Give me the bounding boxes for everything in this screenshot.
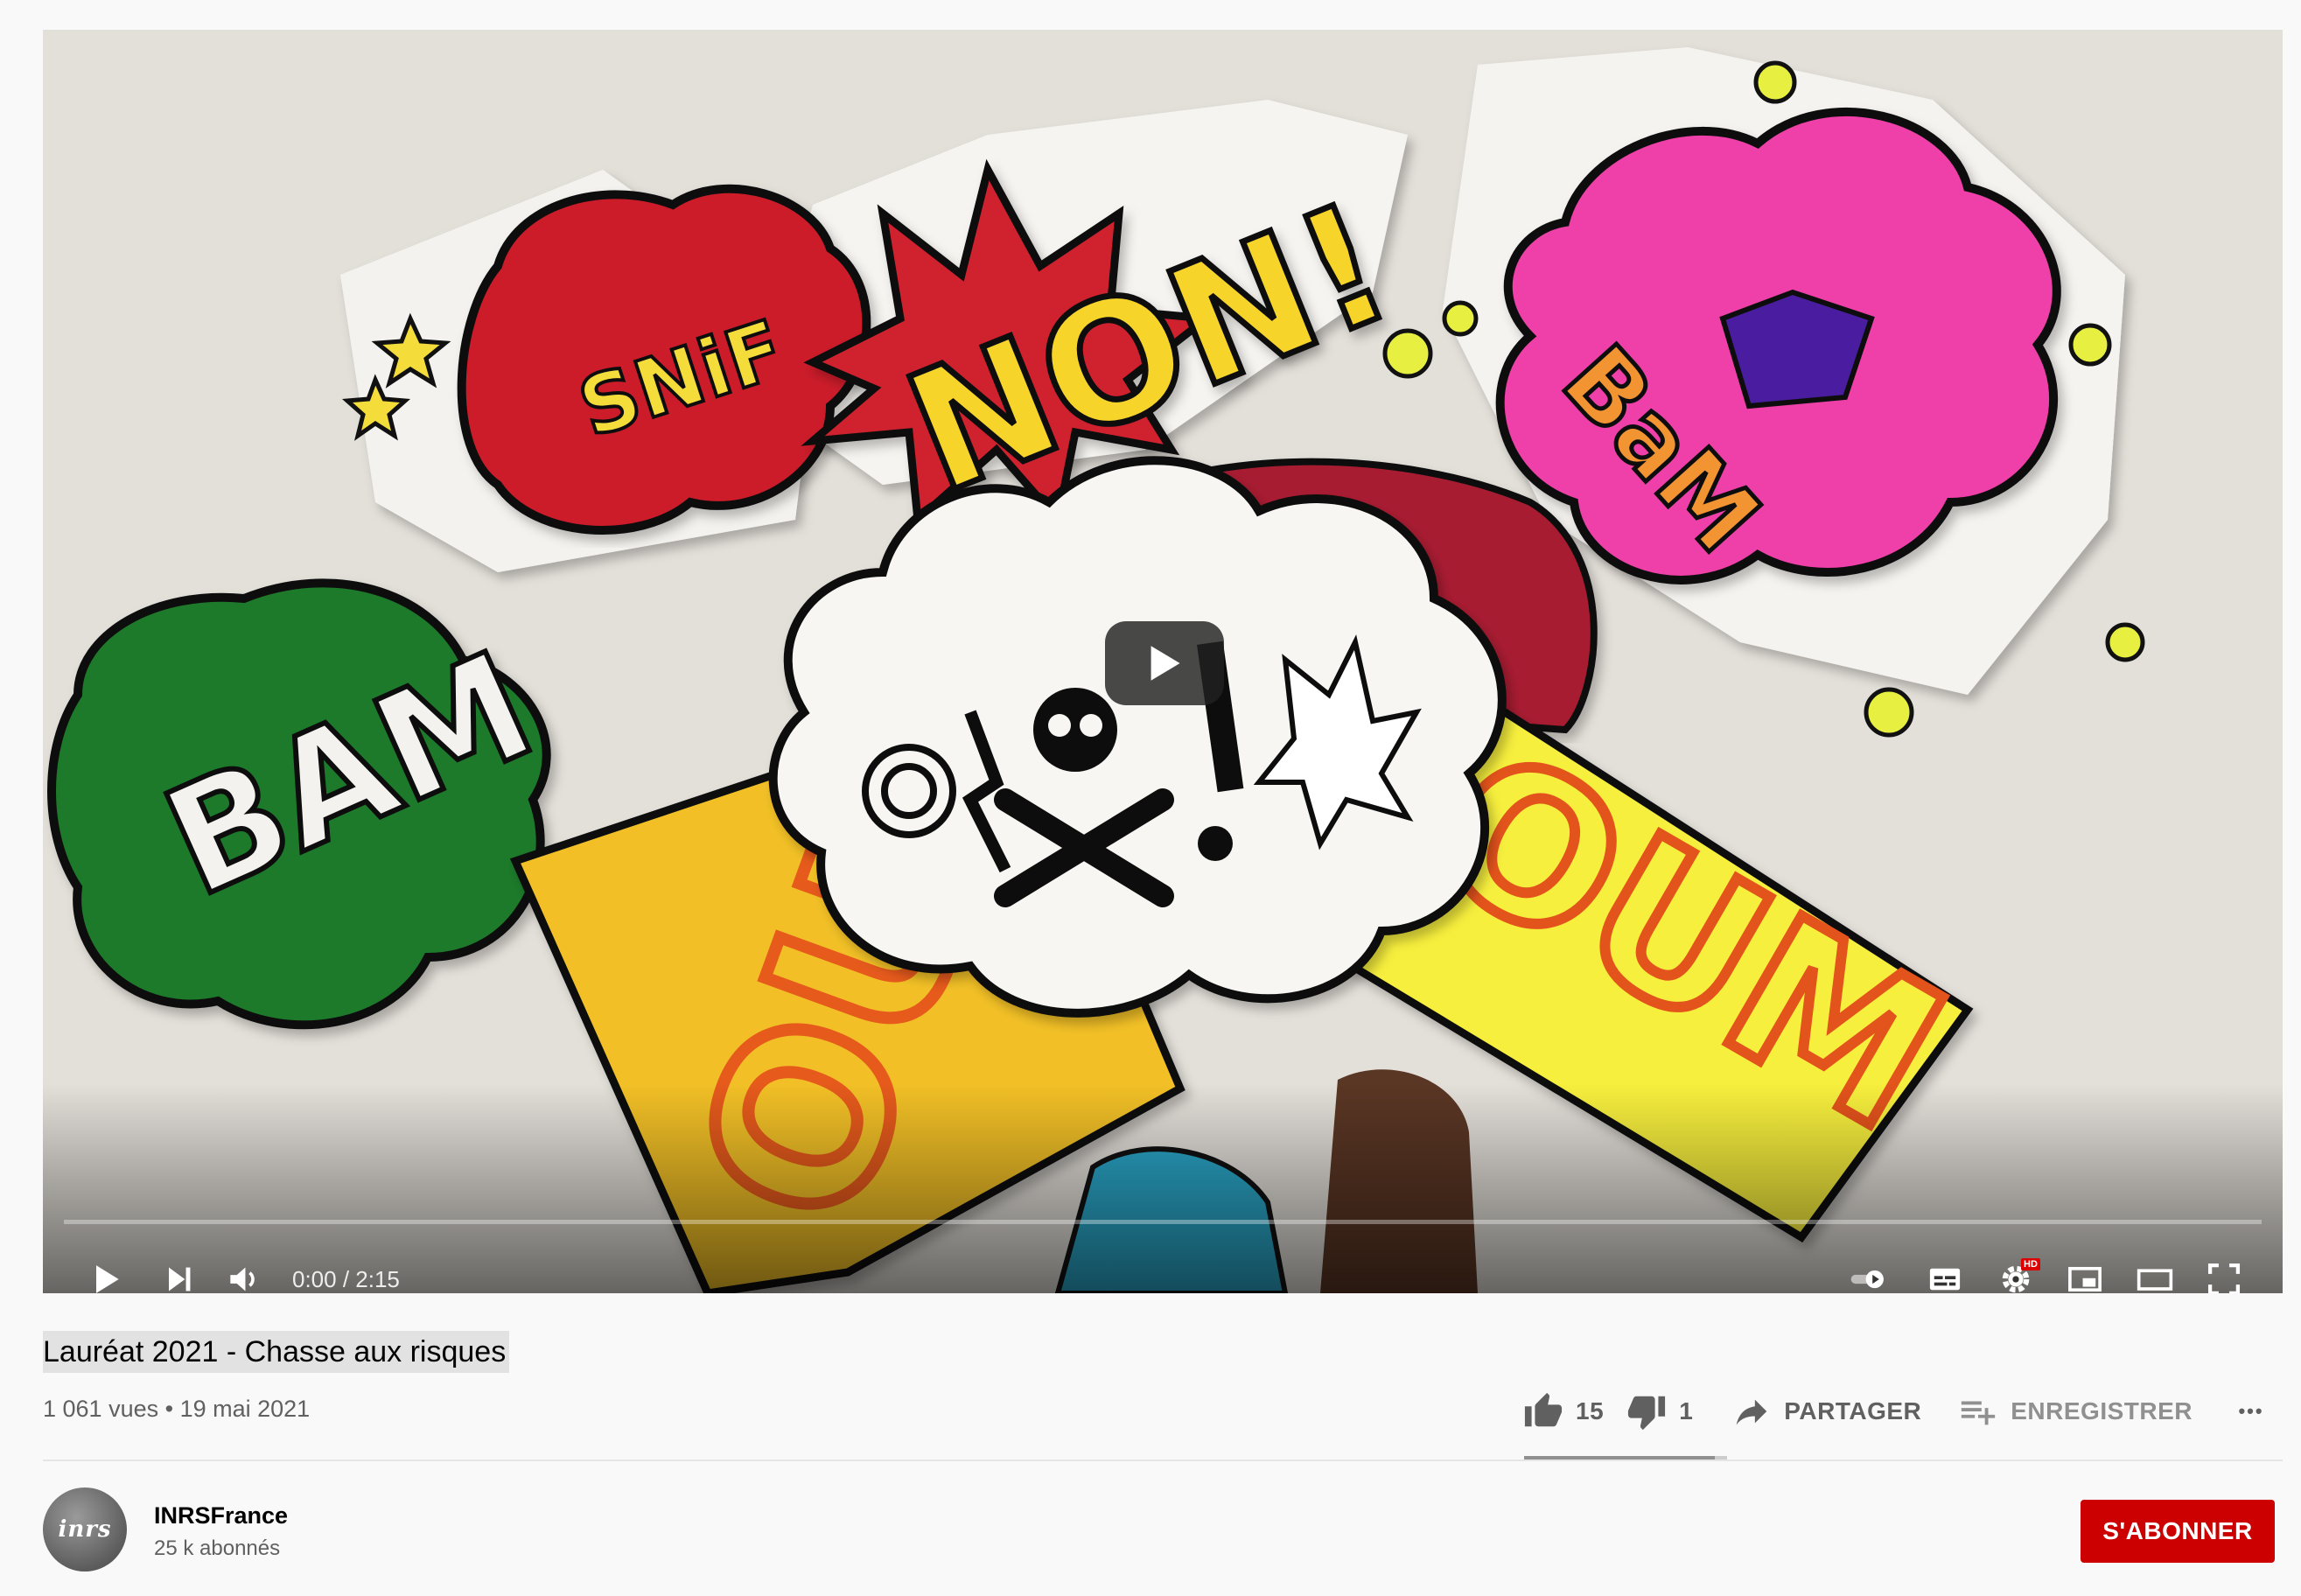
next-button[interactable]	[152, 1253, 205, 1293]
mute-button[interactable]	[217, 1253, 269, 1293]
share-icon	[1737, 1399, 1767, 1425]
share-button[interactable]: PARTAGER	[1731, 1387, 1921, 1436]
like-count: 15	[1576, 1397, 1605, 1424]
progress-bar[interactable]	[64, 1220, 2262, 1224]
more-actions-button[interactable]: •••	[2231, 1387, 2271, 1436]
subscribe-button[interactable]: S'ABONNER	[2081, 1500, 2275, 1563]
avatar-logo-text: inrs	[58, 1516, 112, 1543]
add-to-playlist-icon	[1962, 1401, 1996, 1425]
fullscreen-button[interactable]	[2198, 1253, 2250, 1293]
theater-mode-button[interactable]	[2129, 1253, 2181, 1293]
play-icon	[1150, 646, 1180, 681]
big-play-button[interactable]	[1105, 621, 1224, 705]
settings-button[interactable]: HD	[1990, 1253, 2042, 1293]
current-time: 0:00	[292, 1266, 337, 1292]
channel-avatar[interactable]: inrs	[43, 1488, 127, 1572]
action-bar: 15 1 PARTAGER ENREGISTRER •••	[1523, 1387, 2271, 1436]
miniplayer-button[interactable]	[2059, 1253, 2111, 1293]
dislike-count: 1	[1679, 1397, 1694, 1424]
thumbs-up-icon	[1524, 1392, 1563, 1427]
video-meta: 1 061 vues • 19 mai 2021	[43, 1396, 311, 1422]
subtitles-button[interactable]	[1919, 1253, 1971, 1293]
miniplayer-icon	[2068, 1266, 2102, 1292]
divider	[43, 1460, 2283, 1461]
play-button[interactable]	[80, 1253, 132, 1293]
channel-name[interactable]: INRSFrance	[154, 1499, 288, 1532]
time-display: 0:00 / 2:15	[292, 1266, 400, 1292]
view-count: 1 061 vues	[43, 1396, 159, 1422]
autoplay-toggle-icon	[1850, 1270, 1884, 1289]
dislike-button[interactable]: 1	[1626, 1387, 1693, 1436]
hd-badge: HD	[2021, 1258, 2040, 1270]
thumbs-down-icon	[1628, 1396, 1666, 1431]
duration: 2:15	[355, 1266, 400, 1292]
save-label: ENREGISTRER	[2011, 1397, 2193, 1424]
subscriber-count: 25 k abonnés	[154, 1536, 281, 1560]
autoplay-toggle[interactable]	[1843, 1253, 1895, 1293]
play-icon	[96, 1265, 119, 1293]
video-title: Lauréat 2021 - Chasse aux risques	[43, 1331, 510, 1373]
fullscreen-icon	[2207, 1263, 2241, 1293]
next-icon	[169, 1267, 191, 1292]
volume-icon	[230, 1267, 255, 1292]
video-player[interactable]: SNiF NON! BaM BAM OU OUM 0:00 / 2:15 HD	[43, 30, 2283, 1293]
save-button[interactable]: ENREGISTRER	[1958, 1387, 2193, 1436]
share-label: PARTAGER	[1784, 1397, 1922, 1424]
like-button[interactable]: 15	[1523, 1387, 1604, 1436]
subtitles-icon	[1929, 1268, 1961, 1291]
more-icon: •••	[2238, 1400, 2264, 1422]
theater-mode-icon	[2137, 1269, 2173, 1291]
publish-date: 19 mai 2021	[179, 1396, 311, 1422]
